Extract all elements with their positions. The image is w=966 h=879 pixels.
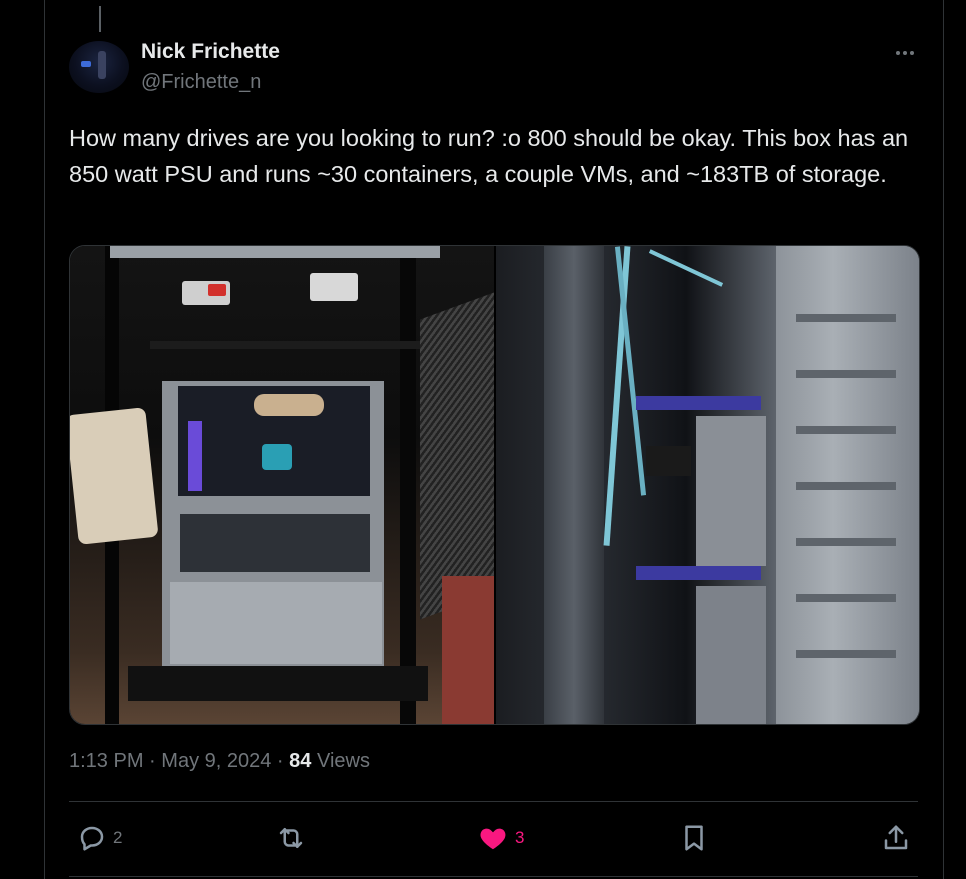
meta-separator: ·	[149, 750, 156, 772]
divider-bottom	[69, 876, 918, 877]
like-count: 3	[515, 828, 525, 847]
reply-button[interactable]: 2	[77, 815, 122, 861]
tweet-text: How many drives are you looking to run? …	[69, 125, 909, 187]
action-bar: 2 3	[69, 815, 918, 861]
avatar-screen-glow	[81, 61, 91, 67]
divider	[69, 801, 918, 802]
avatar-person-silhouette	[98, 51, 106, 79]
retweet-icon	[275, 823, 307, 853]
retweet-button[interactable]	[275, 815, 313, 861]
photo-drive-bays[interactable]	[496, 246, 919, 724]
bookmark-icon	[679, 823, 709, 853]
heart-icon	[477, 823, 509, 853]
more-options-icon[interactable]	[890, 40, 920, 66]
tweet-meta: 1:13 PM · May 9, 2024 · 84 Views	[69, 750, 370, 773]
share-icon	[881, 823, 911, 853]
author-handle[interactable]: @Frichette_n	[141, 71, 261, 94]
tweet-date[interactable]: May 9, 2024	[161, 750, 271, 772]
share-button[interactable]	[881, 815, 911, 861]
reply-icon	[77, 823, 107, 853]
reply-count: 2	[113, 828, 123, 847]
like-button[interactable]: 3	[477, 815, 524, 861]
avatar[interactable]	[69, 41, 129, 93]
views-count: 84	[289, 750, 312, 772]
author-name[interactable]: Nick Frichette	[141, 40, 280, 64]
thread-connector-line	[99, 6, 101, 32]
views-label: Views	[316, 750, 370, 772]
photo-server-rack[interactable]	[70, 246, 494, 724]
meta-separator-2: ·	[276, 750, 284, 772]
tweet-time[interactable]: 1:13 PM	[69, 750, 143, 772]
media-grid	[69, 245, 920, 725]
bookmark-button[interactable]	[679, 815, 709, 861]
